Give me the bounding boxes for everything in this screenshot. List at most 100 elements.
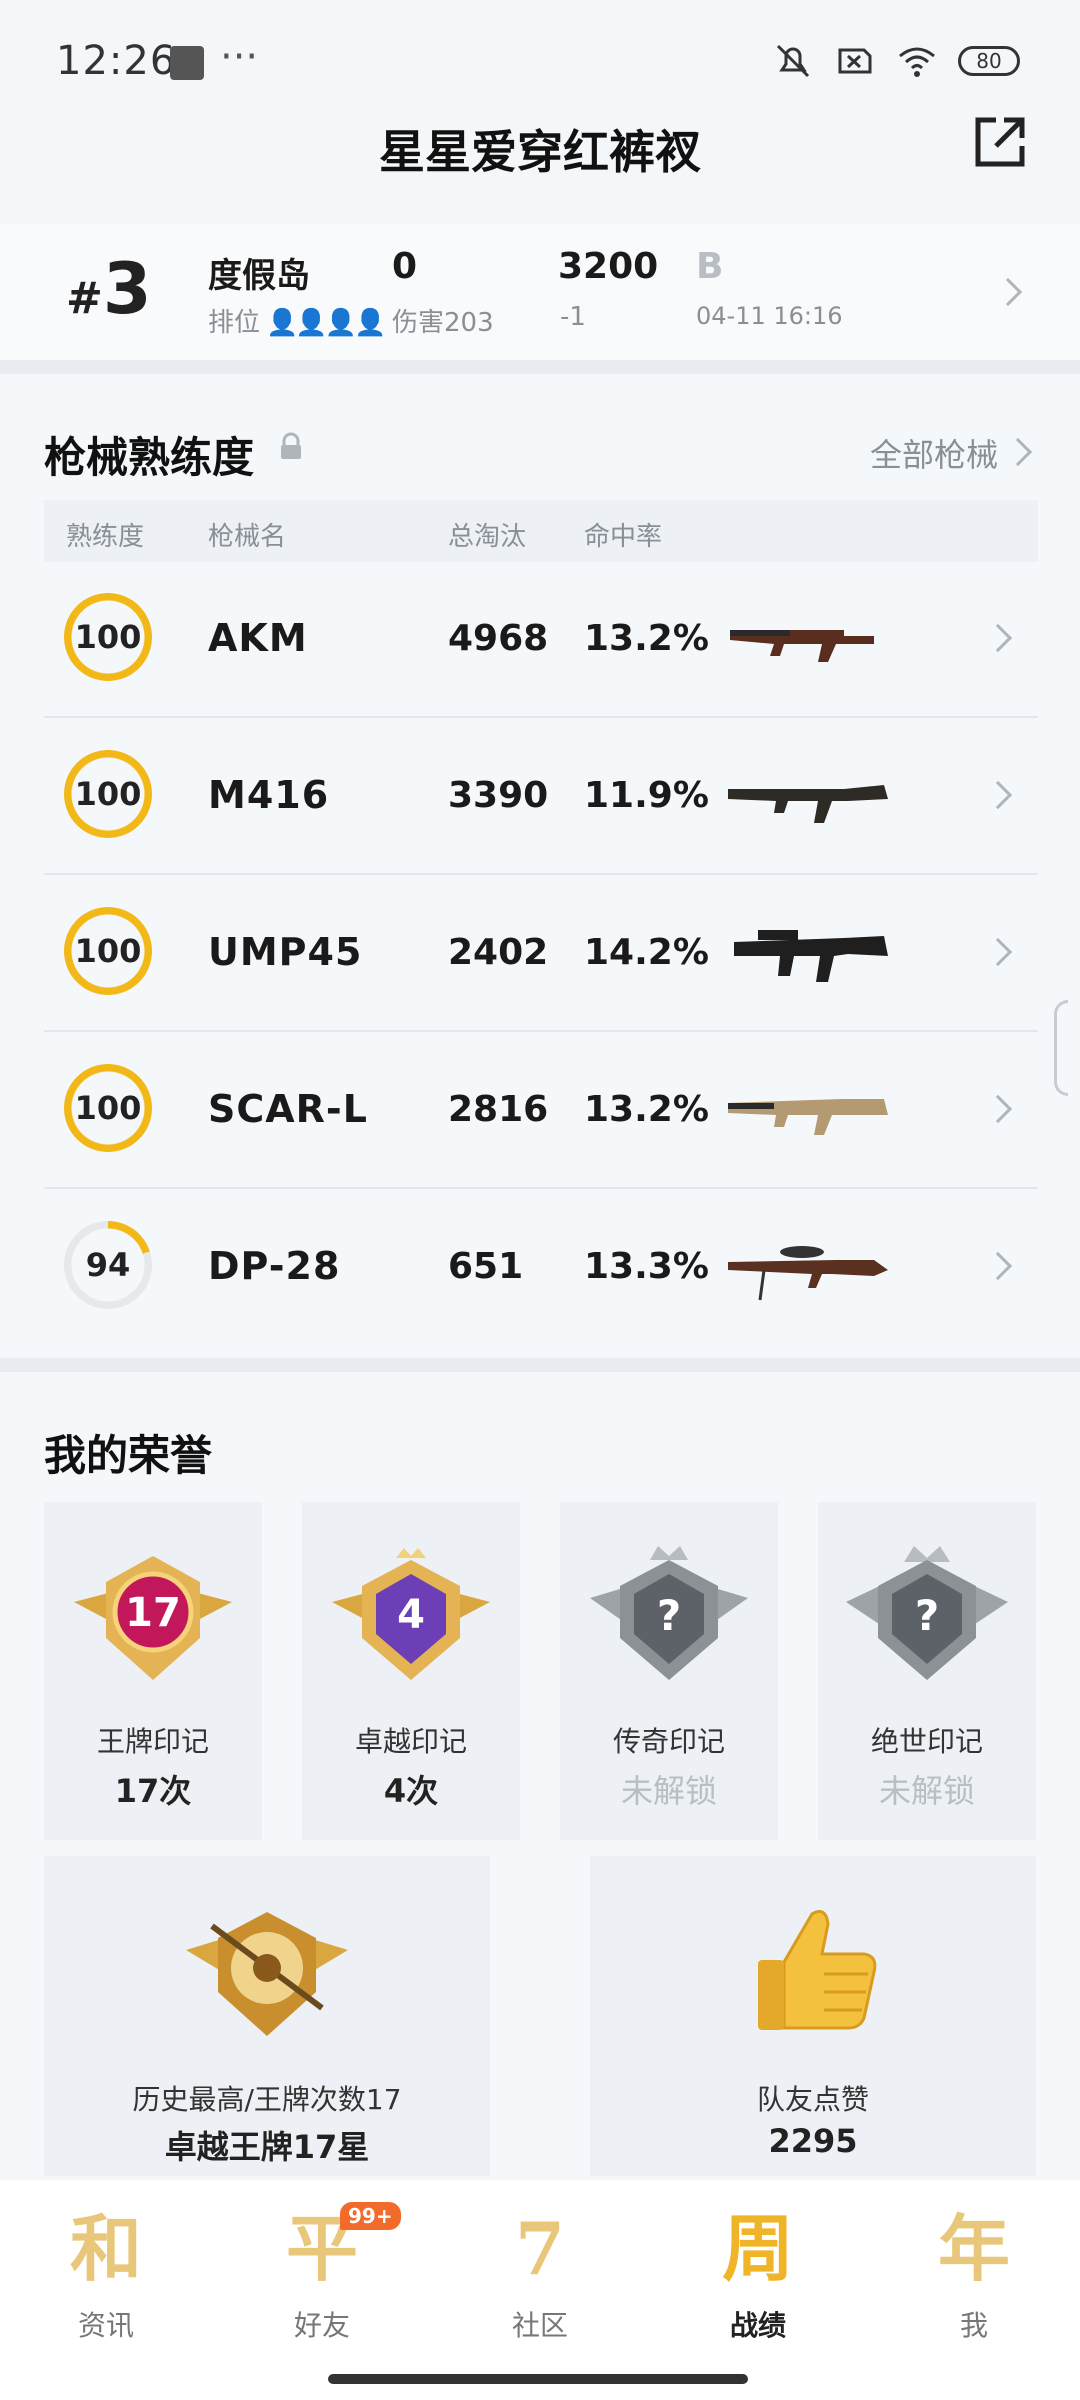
nav-tab-friends[interactable]: 平 99+ 好友 bbox=[252, 2202, 401, 2344]
column-header: 熟练度 bbox=[66, 522, 145, 552]
news-icon: 和 bbox=[69, 2206, 142, 2291]
weapon-name: AKM bbox=[208, 616, 308, 660]
wifi-icon bbox=[899, 47, 935, 77]
home-indicator[interactable] bbox=[328, 2374, 748, 2384]
battery-icon: 80 bbox=[958, 46, 1020, 76]
scar-l-rifle-icon bbox=[728, 1099, 888, 1135]
recent-match-row[interactable]: #3 度假岛 排位 👤👤👤👤 0 伤害203 3200 -1 B 04-11 16… bbox=[0, 224, 1080, 360]
weapon-kills: 2816 bbox=[448, 1089, 549, 1130]
nav-label: 战绩 bbox=[729, 2309, 786, 2342]
mastery-value: 100 bbox=[74, 1089, 142, 1127]
svg-text:17: 17 bbox=[125, 1590, 181, 1636]
mastery-ring: 100 bbox=[64, 750, 152, 838]
honor-value: 未解锁 bbox=[878, 1772, 975, 1810]
mastery-value: 94 bbox=[85, 1246, 131, 1284]
honor-value: 未解锁 bbox=[620, 1772, 717, 1810]
nav-label: 我 bbox=[959, 2309, 988, 2342]
nav-tab-news[interactable]: 和 资讯 bbox=[36, 2204, 176, 2344]
squad-icon: 👤👤👤👤 bbox=[266, 308, 386, 338]
notification-badge: 99+ bbox=[340, 2202, 401, 2230]
honor-card-ace[interactable]: 17 王牌印记 17次 bbox=[44, 1502, 262, 1840]
weapon-accuracy: 11.9% bbox=[584, 775, 709, 816]
weapon-name: SCAR-L bbox=[208, 1087, 368, 1131]
share-icon[interactable] bbox=[968, 110, 1032, 174]
match-kills: 0 bbox=[392, 246, 418, 287]
teammate-likes-card[interactable]: 队友点赞 2295 bbox=[590, 1856, 1036, 2176]
nav-label: 资讯 bbox=[77, 2309, 134, 2342]
honor-value: 17次 bbox=[114, 1772, 192, 1810]
nav-tab-community[interactable]: 7 社区 bbox=[470, 2204, 610, 2344]
akm-rifle-icon bbox=[730, 630, 874, 662]
chevron-right-icon bbox=[983, 623, 1013, 653]
divider bbox=[0, 360, 1080, 374]
map-name: 度假岛 bbox=[208, 256, 310, 296]
match-damage: 伤害203 bbox=[392, 308, 494, 338]
honor-label: 传奇印记 bbox=[612, 1725, 725, 1758]
status-time: 12:26 bbox=[56, 38, 177, 84]
chevron-right-icon bbox=[983, 1251, 1013, 1281]
weapon-mastery-section: 枪械熟练度 全部枪械 熟练度 枪械名 总淘汰 命中率 100 AKM 4968 13.… bbox=[0, 374, 1080, 1358]
records-icon: 周 bbox=[721, 2206, 794, 2291]
chevron-right-icon bbox=[993, 277, 1023, 307]
column-header: 总淘汰 bbox=[448, 522, 527, 552]
weapon-kills: 2402 bbox=[448, 932, 549, 973]
nav-label: 好友 bbox=[293, 2309, 350, 2342]
score-change: -1 bbox=[560, 302, 586, 332]
match-date: 04-11 16:16 bbox=[696, 302, 843, 330]
peerless-badge-locked-icon: ? bbox=[846, 1546, 1008, 1680]
nav-tab-me[interactable]: 年 我 bbox=[904, 2204, 1044, 2344]
best-rank-label: 历史最高/王牌次数17 bbox=[132, 2083, 402, 2116]
column-header: 命中率 bbox=[584, 522, 663, 552]
page-title: 星星爱穿红裤衩 bbox=[379, 125, 701, 179]
weapon-name: UMP45 bbox=[208, 930, 363, 974]
more-notifications-icon: ··· bbox=[220, 34, 259, 80]
svg-text:?: ? bbox=[915, 1591, 939, 1640]
dp28-lmg-icon bbox=[728, 1246, 888, 1301]
me-icon: 年 bbox=[937, 2206, 1010, 2291]
honors-section: 我的荣誉 17 王牌印记 17次 4 卓越印记 4次 ? 传奇印记 未解锁 ? … bbox=[0, 1372, 1080, 2180]
excellence-badge-icon: 4 bbox=[332, 1548, 490, 1680]
honor-label: 卓越印记 bbox=[354, 1725, 467, 1758]
best-rank-card[interactable]: 历史最高/王牌次数17 卓越王牌17星 bbox=[44, 1856, 490, 2176]
weapon-kills: 651 bbox=[448, 1246, 524, 1287]
weapon-accuracy: 14.2% bbox=[584, 932, 709, 973]
honor-card-legend[interactable]: ? 传奇印记 未解锁 bbox=[560, 1502, 778, 1840]
chevron-right-icon bbox=[983, 937, 1013, 967]
status-icons: 80 bbox=[772, 40, 1020, 82]
chevron-right-icon bbox=[983, 780, 1013, 810]
honor-label: 王牌印记 bbox=[96, 1725, 209, 1758]
divider bbox=[0, 1358, 1080, 1372]
svg-text:?: ? bbox=[657, 1591, 681, 1640]
mastery-value: 100 bbox=[74, 932, 142, 970]
mode-label: 排位 👤👤👤👤 bbox=[208, 308, 387, 338]
weapon-row[interactable]: 100 AKM 4968 13.2% bbox=[44, 562, 1038, 718]
all-weapons-link[interactable]: 全部枪械 bbox=[870, 430, 1033, 476]
honor-card-peerless[interactable]: ? 绝世印记 未解锁 bbox=[818, 1502, 1036, 1840]
mastery-ring: 100 bbox=[64, 1064, 152, 1152]
likes-value: 2295 bbox=[768, 2122, 858, 2160]
mastery-ring: 100 bbox=[64, 907, 152, 995]
chevron-right-icon bbox=[1003, 437, 1033, 467]
mastery-value: 100 bbox=[74, 775, 142, 813]
svg-text:4: 4 bbox=[397, 1592, 425, 1638]
no-sim-icon bbox=[838, 48, 872, 74]
lock-icon bbox=[281, 432, 301, 459]
weapon-row[interactable]: 100 M416 3390 11.9% bbox=[44, 719, 1038, 875]
match-score: 3200 bbox=[558, 246, 659, 287]
mastery-value: 100 bbox=[74, 618, 142, 656]
honor-card-excellence[interactable]: 4 卓越印记 4次 bbox=[302, 1502, 520, 1840]
tier-badge: B bbox=[696, 246, 724, 287]
weapon-kills: 3390 bbox=[448, 775, 549, 816]
weapon-name: M416 bbox=[208, 773, 330, 817]
side-drawer-handle[interactable] bbox=[1054, 1000, 1068, 1096]
weapon-row[interactable]: 100 SCAR-L 2816 13.2% bbox=[44, 1033, 1038, 1189]
weapon-row[interactable]: 100 UMP45 2402 14.2% bbox=[44, 876, 1038, 1032]
weapon-accuracy: 13.2% bbox=[584, 618, 709, 659]
best-rank-badge-icon bbox=[186, 1912, 348, 2036]
nav-tab-records[interactable]: 周 战绩 bbox=[688, 2204, 828, 2344]
likes-label: 队友点赞 bbox=[756, 2083, 869, 2116]
nav-label: 社区 bbox=[511, 2309, 568, 2342]
weapon-accuracy: 13.2% bbox=[584, 1089, 709, 1130]
bottom-nav: 和 资讯 平 99+ 好友 7 社区 周 战绩 年 我 bbox=[0, 2180, 1080, 2400]
weapon-row[interactable]: 94 DP-28 651 13.3% bbox=[44, 1190, 1038, 1346]
